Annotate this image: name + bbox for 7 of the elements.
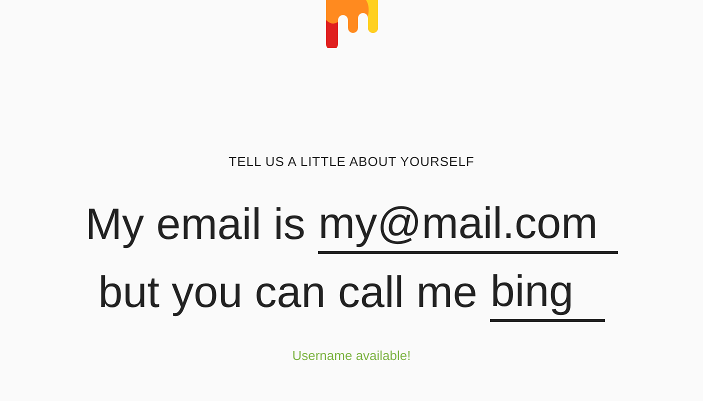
input-field[interactable]: my@mail.com [318,198,618,254]
sentence-text: My email is [85,198,306,250]
input-field[interactable]: bing [490,266,605,322]
status-message: Username available! [292,346,411,364]
section-heading: TELL US A LITTLE ABOUT YOURSELF [228,153,474,171]
sentence-text: but you can call me [98,266,478,318]
logo-icon [326,0,378,48]
